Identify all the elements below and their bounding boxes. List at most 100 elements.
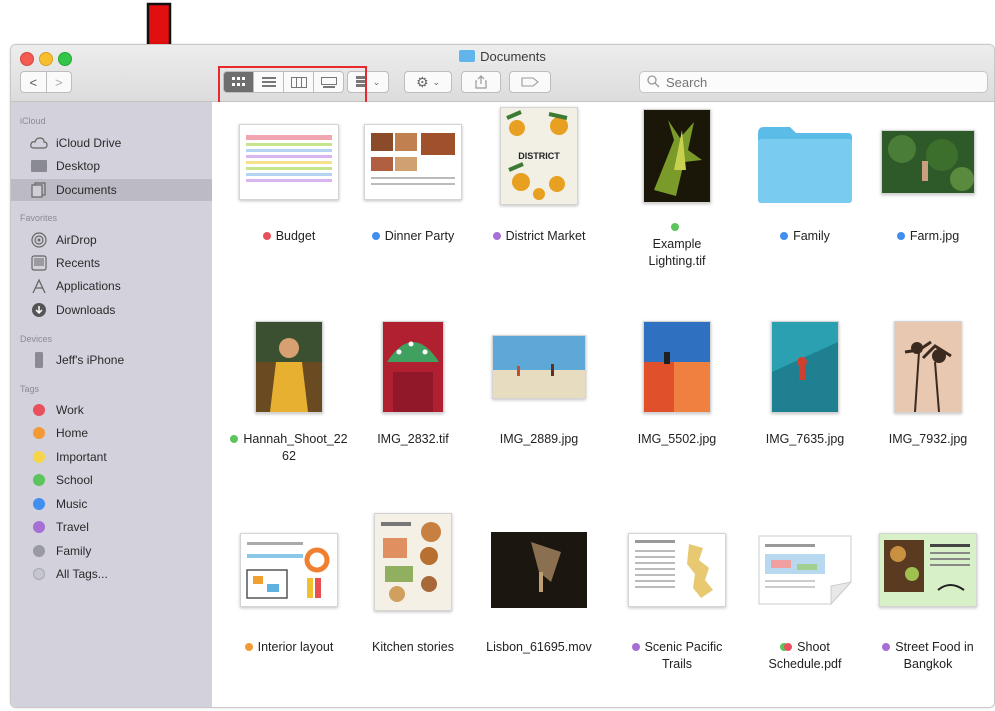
tag-dot-icon bbox=[33, 521, 45, 533]
folder-icon bbox=[742, 112, 868, 212]
tag-dot-icon bbox=[780, 232, 789, 240]
action-menu-button[interactable]: ⚙ ⌄ bbox=[404, 71, 452, 93]
file-label: IMG_2889.jpg bbox=[499, 432, 579, 446]
video-thumbnail bbox=[476, 520, 602, 620]
finder-window: Documents < > ⌄ ⚙ ⌄ Search iCloud iCloud… bbox=[10, 44, 995, 708]
tag-dot-icon bbox=[33, 474, 45, 486]
tags-button[interactable] bbox=[509, 71, 551, 93]
sidebar-tag-work[interactable]: Work bbox=[11, 399, 212, 421]
tag-dot-icon bbox=[33, 545, 45, 557]
titlebar: Documents < > ⌄ ⚙ ⌄ bbox=[11, 45, 994, 106]
file-label: District Market bbox=[466, 228, 612, 245]
tag-dot-icon bbox=[896, 232, 905, 240]
recents-icon bbox=[30, 255, 48, 271]
file-label: Street Food in Bangkok bbox=[855, 639, 994, 673]
sidebar-section-devices: Devices bbox=[20, 334, 53, 344]
tag-dot-icon bbox=[33, 427, 45, 439]
document-thumbnail bbox=[865, 520, 991, 620]
tag-dot-icon bbox=[670, 223, 679, 231]
file-label: IMG_5502.jpg bbox=[637, 432, 717, 446]
file-label: Scenic Pacific Trails bbox=[604, 639, 750, 673]
applications-icon bbox=[30, 278, 48, 294]
document-thumbnail: DISTRICT bbox=[476, 106, 602, 206]
spreadsheet-thumbnail bbox=[226, 112, 352, 212]
back-button[interactable]: < bbox=[20, 71, 47, 93]
document-thumbnail bbox=[614, 520, 740, 620]
tag-dot-icon bbox=[882, 643, 891, 651]
downloads-icon bbox=[30, 302, 48, 318]
gear-icon: ⚙ bbox=[415, 73, 429, 90]
documents-icon bbox=[30, 182, 48, 198]
sidebar-tag-family[interactable]: Family bbox=[11, 540, 212, 562]
image-thumbnail bbox=[476, 317, 602, 417]
tag-dot-icon bbox=[371, 232, 380, 240]
file-label: IMG_2832.tif bbox=[377, 432, 449, 446]
folder-icon bbox=[459, 50, 476, 62]
image-thumbnail bbox=[614, 317, 740, 417]
desktop-icon bbox=[30, 158, 48, 174]
share-icon bbox=[475, 75, 487, 89]
document-thumbnail bbox=[350, 512, 476, 612]
share-button[interactable] bbox=[461, 71, 501, 93]
tag-icon bbox=[521, 77, 539, 87]
tag-dot-icon bbox=[244, 643, 253, 651]
window-title: Documents bbox=[11, 49, 994, 64]
chevron-down-icon: ⌄ bbox=[372, 76, 381, 87]
image-thumbnail bbox=[865, 112, 991, 212]
tag-dot-icon bbox=[784, 643, 793, 651]
file-label: Dinner Party bbox=[340, 228, 486, 245]
document-thumbnail bbox=[226, 520, 352, 620]
tag-dot-icon bbox=[33, 451, 45, 463]
tag-dot-icon bbox=[230, 435, 239, 443]
sidebar-section-tags: Tags bbox=[20, 384, 40, 394]
sidebar-item-downloads[interactable]: Downloads bbox=[11, 299, 212, 321]
airdrop-icon bbox=[30, 232, 48, 248]
sidebar-all-tags[interactable]: All Tags... bbox=[11, 563, 212, 585]
tag-dot-icon bbox=[631, 643, 640, 651]
image-thumbnail bbox=[865, 317, 991, 417]
sidebar-item-airdrop[interactable]: AirDrop bbox=[11, 229, 212, 251]
sidebar-tag-travel[interactable]: Travel bbox=[11, 516, 212, 538]
file-label: Farm.jpg bbox=[855, 228, 994, 245]
document-thumbnail bbox=[350, 112, 476, 212]
forward-button[interactable]: > bbox=[46, 71, 72, 93]
file-label: IMG_7932.jpg bbox=[888, 432, 968, 446]
sidebar-item-documents[interactable]: Documents bbox=[11, 179, 212, 201]
image-thumbnail bbox=[742, 317, 868, 417]
tag-dot-icon bbox=[33, 498, 45, 510]
view-buttons-highlight bbox=[218, 66, 367, 106]
iphone-icon bbox=[30, 352, 48, 368]
chevron-right-icon: > bbox=[54, 74, 63, 90]
sidebar-item-recents[interactable]: Recents bbox=[11, 252, 212, 274]
sidebar-tag-music[interactable]: Music bbox=[11, 493, 212, 515]
image-thumbnail bbox=[614, 106, 740, 206]
chevron-down-icon: ⌄ bbox=[432, 76, 441, 87]
cloud-icon bbox=[30, 135, 48, 151]
pdf-thumbnail bbox=[742, 520, 868, 620]
sidebar-tag-home[interactable]: Home bbox=[11, 422, 212, 444]
tag-dot-icon bbox=[33, 404, 45, 416]
sidebar-section-icloud: iCloud bbox=[20, 116, 46, 126]
tag-dot-icon bbox=[262, 232, 271, 240]
sidebar-item-applications[interactable]: Applications bbox=[11, 275, 212, 297]
district-thumbnail-text: DISTRICT bbox=[518, 151, 560, 161]
image-thumbnail bbox=[350, 317, 476, 417]
sidebar-item-iphone[interactable]: Jeff's iPhone bbox=[11, 349, 212, 371]
image-thumbnail bbox=[226, 317, 352, 417]
navigation-buttons: < > bbox=[20, 71, 72, 93]
tag-dot-icon bbox=[33, 568, 45, 580]
sidebar: iCloud iCloud Drive Desktop Documents Fa… bbox=[11, 102, 212, 707]
sidebar-item-desktop[interactable]: Desktop bbox=[11, 155, 212, 177]
sidebar-item-icloud-drive[interactable]: iCloud Drive bbox=[11, 132, 212, 154]
sidebar-section-favorites: Favorites bbox=[20, 213, 58, 223]
file-label: Example Lighting.tif bbox=[604, 219, 750, 270]
search-input[interactable] bbox=[664, 72, 968, 92]
search-field[interactable] bbox=[639, 71, 988, 93]
file-grid: Budget Dinner Party DISTRICT District Ma… bbox=[212, 102, 994, 707]
sidebar-tag-school[interactable]: School bbox=[11, 469, 212, 491]
chevron-left-icon: < bbox=[29, 74, 38, 90]
tag-dot-icon bbox=[492, 232, 501, 240]
sidebar-tag-important[interactable]: Important bbox=[11, 446, 212, 468]
file-label: Lisbon_61695.mov bbox=[486, 640, 592, 654]
file-label: Kitchen stories bbox=[372, 640, 454, 654]
